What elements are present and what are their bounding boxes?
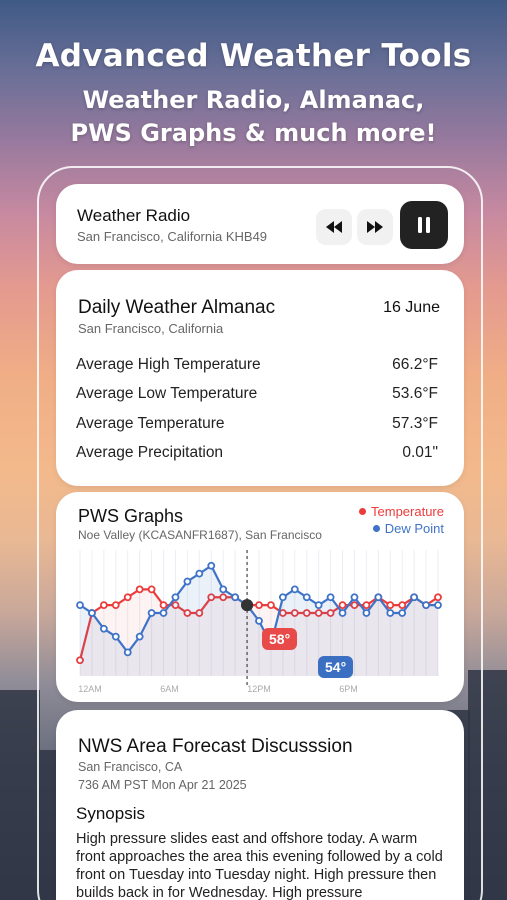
nws-body: High pressure slides east and offshore t…: [76, 831, 443, 900]
data-point: [183, 577, 192, 586]
x-tick-label: 6PM: [339, 684, 358, 694]
legend-label: Temperature: [371, 504, 444, 519]
almanac-row-value: 0.01": [402, 444, 438, 461]
data-point: [374, 593, 383, 602]
data-point: [338, 609, 347, 617]
data-point: [386, 609, 395, 617]
pause-icon: [418, 217, 430, 233]
pause-button[interactable]: [400, 201, 448, 249]
data-point: [88, 609, 96, 617]
legend-dot: [372, 525, 380, 532]
weather-radio-card[interactable]: Weather Radio San Francisco, California …: [56, 184, 464, 264]
headline-subtitle-line1: Weather Radio, Almanac,: [82, 86, 425, 114]
data-point: [314, 601, 323, 610]
data-point: [386, 601, 395, 610]
data-point: [362, 601, 371, 610]
almanac-row: Average Temperature 57.3°F: [76, 415, 438, 433]
data-point: [255, 616, 263, 625]
legend-label: Dew Point: [384, 521, 444, 536]
almanac-row-label: Average Temperature: [76, 415, 225, 432]
almanac-row-value: 57.3°F: [392, 415, 438, 432]
data-point: [207, 561, 216, 570]
almanac-row: Average Low Temperature 53.6°F: [76, 385, 438, 403]
cursor-point: [241, 599, 254, 612]
nws-title: NWS Area Forecast Discusssion: [78, 736, 353, 757]
almanac-row: Average Precipitation 0.01": [76, 444, 438, 462]
headline-subtitle: Weather Radio, Almanac, PWS Graphs & muc…: [0, 84, 507, 150]
nws-location: San Francisco, CA: [78, 760, 183, 774]
data-point: [326, 593, 335, 602]
headline-subtitle-line2: PWS Graphs & much more!: [70, 119, 437, 147]
almanac-date: 16 June: [383, 299, 440, 316]
data-point: [147, 585, 156, 594]
almanac-row-value: 66.2°F: [392, 356, 438, 373]
x-tick-label: 6AM: [160, 684, 179, 694]
rewind-button[interactable]: [316, 209, 352, 245]
headline-title: Advanced Weather Tools: [35, 38, 472, 74]
data-point: [434, 601, 442, 610]
temperature-readout-badge: 58°: [262, 628, 298, 650]
nws-issued: 736 AM PST Mon Apr 21 2025: [78, 778, 247, 792]
data-point: [231, 593, 240, 602]
pws-title: PWS Graphs: [78, 506, 184, 526]
data-point: [111, 601, 120, 610]
legend-dot: [359, 508, 367, 515]
almanac-row-label: Average Low Temperature: [76, 385, 258, 402]
almanac-card[interactable]: Daily Weather Almanac 16 June San Franci…: [56, 270, 464, 486]
data-point: [434, 593, 442, 602]
x-tick-label: 12AM: [78, 684, 102, 694]
data-point: [147, 609, 156, 617]
almanac-row-label: Average High Temperature: [76, 356, 261, 373]
data-point: [159, 601, 168, 610]
data-point: [410, 593, 419, 602]
data-point: [302, 593, 311, 602]
x-tick-label: 12PM: [247, 684, 271, 694]
pws-graphs-card[interactable]: 12AM 6AM 12PM 6PM PWS Graphs Noe Valley (KC…: [56, 492, 464, 702]
data-point: [76, 601, 84, 610]
dewpoint-readout-badge: 54°: [318, 656, 354, 678]
data-point: [171, 593, 180, 602]
data-point: [123, 593, 132, 602]
data-point: [219, 585, 228, 594]
data-point: [398, 601, 407, 610]
almanac-row-value: 53.6°F: [392, 385, 438, 402]
data-point: [99, 601, 108, 610]
data-point: [135, 585, 144, 594]
almanac-location: San Francisco, California: [78, 321, 224, 336]
data-point: [159, 609, 168, 617]
data-point: [111, 632, 120, 641]
rewind-icon: [326, 221, 342, 233]
legend-dewpoint: Dew Point: [372, 521, 444, 536]
almanac-row: Average High Temperature 66.2°F: [76, 356, 438, 374]
fast-forward-button[interactable]: [357, 209, 393, 245]
data-point: [422, 601, 430, 610]
data-point: [362, 609, 371, 617]
pws-station: Noe Valley (KCASANFR1687), San Francisco: [78, 528, 322, 542]
almanac-title: Daily Weather Almanac: [78, 297, 276, 318]
radio-station: San Francisco, California KHB49: [77, 229, 268, 244]
data-point: [99, 624, 108, 633]
data-point: [290, 585, 299, 594]
almanac-row-label: Average Precipitation: [76, 444, 224, 461]
data-point: [195, 569, 204, 578]
data-point: [350, 593, 359, 602]
legend-temperature: Temperature: [359, 504, 444, 519]
data-point: [255, 601, 263, 610]
nws-discussion-card[interactable]: NWS Area Forecast Discusssion San Franci…: [56, 710, 464, 900]
nws-section-heading: Synopsis: [76, 804, 145, 823]
data-point: [338, 601, 347, 610]
data-point: [267, 601, 275, 610]
fast-forward-icon: [367, 221, 383, 233]
data-point: [123, 648, 132, 657]
data-point: [135, 632, 144, 641]
data-point: [398, 609, 407, 617]
radio-title: Weather Radio: [77, 206, 191, 225]
data-point: [278, 593, 287, 602]
